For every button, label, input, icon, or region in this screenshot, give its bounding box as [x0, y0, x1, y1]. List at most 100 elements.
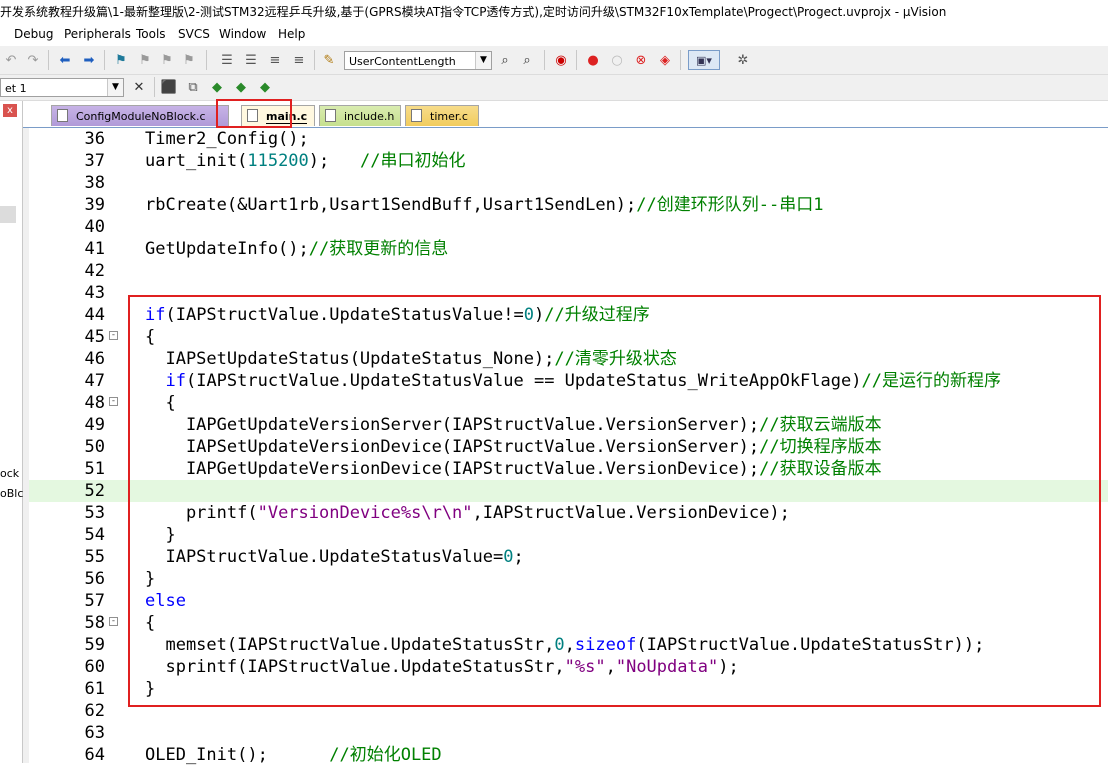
code-token: rbCreate(&Uart1rb,Usart1SendBuff,Usart1S…: [145, 195, 637, 215]
next-bookmark-icon[interactable]: ⚑: [158, 51, 176, 69]
prev-bookmark-icon[interactable]: ⚑: [136, 51, 154, 69]
line-number: 37: [84, 151, 105, 171]
line-number: 56: [84, 569, 105, 589]
tab-timer[interactable]: timer.c: [405, 105, 479, 126]
menu-bar: Debug Peripherals Tools SVCS Window Help: [0, 24, 1108, 44]
tab-configmodulenoblock[interactable]: ConfigModuleNoBlock.c: [51, 105, 229, 126]
chevron-down-icon[interactable]: ▼: [475, 52, 491, 69]
line-number: 58: [84, 613, 105, 633]
line-number: 50: [84, 437, 105, 457]
code-line[interactable]: 37 uart_init(115200); //串口初始化: [29, 150, 1108, 172]
find-combo-value: UserContentLength: [349, 55, 456, 68]
code-line[interactable]: 36 Timer2_Config();: [29, 128, 1108, 150]
code-token: uart_init(: [145, 151, 248, 171]
line-number: 39: [84, 195, 105, 215]
kill-breakpoints-icon[interactable]: ⊗: [632, 51, 650, 69]
close-icon[interactable]: x: [3, 104, 17, 117]
file-icon: [57, 109, 68, 122]
line-number: 44: [84, 305, 105, 325]
select-packs-icon[interactable]: ◆: [232, 78, 250, 96]
indent-icon[interactable]: ☰: [218, 51, 236, 69]
incremental-find-icon[interactable]: ⌕: [518, 51, 536, 69]
uncomment-icon[interactable]: ≡: [290, 51, 308, 69]
code-token: );: [308, 151, 360, 171]
nav-back-icon[interactable]: ⬅: [56, 51, 74, 69]
fold-collapse-icon[interactable]: -: [109, 397, 118, 406]
line-number: 63: [84, 723, 105, 743]
line-number: 59: [84, 635, 105, 655]
unindent-icon[interactable]: ☰: [242, 51, 260, 69]
code-line[interactable]: 42: [29, 260, 1108, 282]
code-line[interactable]: 40: [29, 216, 1108, 238]
find-in-files-icon[interactable]: ✎: [320, 51, 338, 69]
disable-breakpoint-icon[interactable]: ○: [608, 51, 626, 69]
disable-all-breakpoints-icon[interactable]: ◈: [656, 51, 674, 69]
menu-window[interactable]: Window: [219, 24, 266, 44]
manage-components-icon[interactable]: ⬛: [160, 78, 178, 96]
code-token: //串口初始化: [359, 151, 466, 171]
fold-collapse-icon[interactable]: -: [109, 331, 118, 340]
menu-help[interactable]: Help: [278, 24, 305, 44]
code-text: GetUpdateInfo();//获取更新的信息: [145, 238, 448, 260]
line-number: 47: [84, 371, 105, 391]
debug-session-icon[interactable]: ◉: [552, 51, 570, 69]
bookmark-icon[interactable]: ⚑: [112, 51, 130, 69]
code-token: //初始化OLED: [329, 745, 442, 765]
code-token: OLED_Init();: [145, 745, 330, 765]
target-options-icon[interactable]: ✕: [130, 78, 148, 96]
nav-forward-icon[interactable]: ➡: [80, 51, 98, 69]
project-item-fragment[interactable]: oBlc: [0, 487, 23, 500]
clear-bookmarks-icon[interactable]: ⚑: [180, 51, 198, 69]
configure-icon[interactable]: ✲: [734, 51, 752, 69]
code-token: Timer2_Config();: [145, 129, 309, 149]
menu-peripherals[interactable]: Peripherals: [64, 24, 131, 44]
project-item-fragment[interactable]: ock: [0, 467, 19, 480]
fold-collapse-icon[interactable]: -: [109, 617, 118, 626]
editor-tab-bar: ConfigModuleNoBlock.c main.c include.h t…: [23, 101, 1108, 129]
line-number: 48: [84, 393, 105, 413]
project-selected-row[interactable]: [0, 206, 16, 223]
redo-icon[interactable]: ↷: [24, 51, 42, 69]
target-combo[interactable]: et 1 ▼: [0, 78, 124, 97]
menu-tools[interactable]: Tools: [136, 24, 166, 44]
line-number: 42: [84, 261, 105, 281]
line-number: 62: [84, 701, 105, 721]
line-number: 53: [84, 503, 105, 523]
menu-debug[interactable]: Debug: [14, 24, 53, 44]
line-number: 52: [84, 481, 105, 501]
build-toolbar: et 1 ▼ ✕ ⬛ ⧉ ◆ ◆ ◆: [0, 75, 1108, 101]
chevron-down-icon[interactable]: ▼: [107, 79, 123, 96]
line-number: 55: [84, 547, 105, 567]
line-number: 36: [84, 129, 105, 149]
code-token: GetUpdateInfo();: [145, 239, 309, 259]
code-token: //创建环形队列--串口1: [636, 195, 824, 215]
find-combo[interactable]: UserContentLength ▼: [344, 51, 492, 70]
file-extensions-icon[interactable]: ⧉: [184, 78, 202, 96]
undo-icon[interactable]: ↶: [2, 51, 20, 69]
line-number: 43: [84, 283, 105, 303]
menu-svcs[interactable]: SVCS: [178, 24, 210, 44]
code-line[interactable]: 63: [29, 722, 1108, 744]
line-number: 38: [84, 173, 105, 193]
code-token: //获取更新的信息: [308, 239, 449, 259]
code-line[interactable]: 39 rbCreate(&Uart1rb,Usart1SendBuff,Usart…: [29, 194, 1108, 216]
code-text: rbCreate(&Uart1rb,Usart1SendBuff,Usart1S…: [145, 194, 823, 216]
code-text: Timer2_Config();: [145, 128, 309, 150]
code-token: 115200: [247, 151, 309, 171]
line-number: 57: [84, 591, 105, 611]
window-layout-icon[interactable]: ▣▾: [688, 50, 720, 70]
breakpoint-icon[interactable]: ●: [584, 51, 602, 69]
file-icon: [411, 109, 422, 122]
comment-icon[interactable]: ≡: [266, 51, 284, 69]
target-combo-value: et 1: [5, 82, 27, 95]
code-line[interactable]: 38: [29, 172, 1108, 194]
tab-include[interactable]: include.h: [319, 105, 401, 126]
code-line[interactable]: 41 GetUpdateInfo();//获取更新的信息: [29, 238, 1108, 260]
tab-label: ConfigModuleNoBlock.c: [76, 110, 206, 123]
pack-installer-icon[interactable]: ◆: [208, 78, 226, 96]
main-toolbar: ↶ ↷ ⬅ ➡ ⚑ ⚑ ⚑ ⚑ ☰ ☰ ≡ ≡ ✎ UserContentLen…: [0, 46, 1108, 75]
main-tab-highlight-annotation: [216, 99, 292, 128]
run-time-env-icon[interactable]: ◆: [256, 78, 274, 96]
code-highlight-annotation: [128, 295, 1101, 707]
find-icon[interactable]: ⌕: [496, 51, 514, 69]
